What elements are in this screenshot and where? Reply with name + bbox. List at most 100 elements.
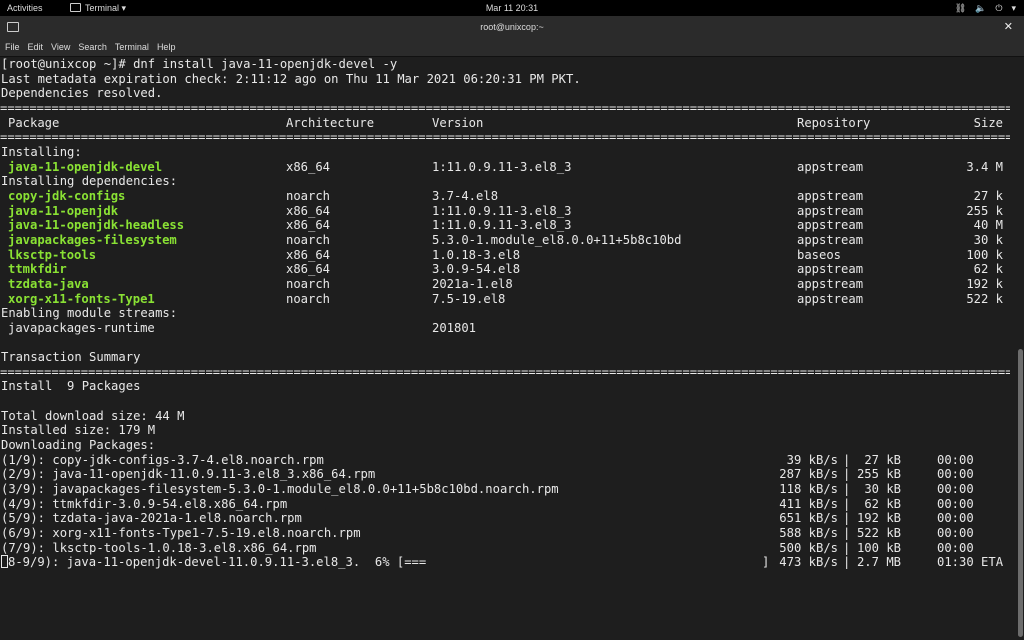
clock[interactable]: Mar 11 20:31	[0, 0, 1024, 16]
package-name: tzdata-java	[8, 276, 89, 291]
package-version: 5.3.0-1.module_el8.0.0+11+5b8c10bd	[432, 232, 682, 247]
separator: ========================================…	[0, 130, 1010, 145]
progress-row: 8-9/9): java-11-openjdk-devel-11.0.9.11-…	[0, 555, 1016, 570]
progress-size: 2.7 MB	[856, 555, 901, 570]
command-line: [root@unixcop ~]# dnf install java-11-op…	[1, 57, 398, 71]
system-menu[interactable]: ⛓ 🔈 ⏻ ▾	[946, 0, 1016, 16]
package-repo: appstream	[797, 218, 864, 233]
download-row: (2/9): java-11-openjdk-11.0.9.11-3.el8_3…	[0, 467, 1016, 482]
package-arch: x86_64	[286, 159, 331, 174]
package-version: 2021a-1.el8	[432, 276, 513, 291]
resolved-line: Dependencies resolved.	[1, 86, 163, 101]
package-version: 1.0.18-3.el8	[432, 247, 521, 262]
package-size: 255 k	[966, 203, 1003, 218]
modules-label: Enabling module streams:	[1, 306, 178, 321]
package-size: 27 k	[973, 188, 1003, 203]
download-row: (1/9): copy-jdk-configs-3.7-4.el8.noarch…	[0, 453, 1016, 468]
package-name: java-11-openjdk	[8, 203, 119, 218]
progress-time: 01:30 ETA	[937, 555, 1004, 570]
download-speed: 588 kB/s	[779, 526, 838, 540]
package-name: ttmkfdir	[8, 262, 67, 277]
top-bar: Activities Terminal ▾ Mar 11 20:31 ⛓ 🔈 ⏻ ▾	[0, 0, 1024, 16]
table-row: xorg-x11-fonts-Type1 noarch 7.5-19.el8 a…	[0, 292, 1016, 307]
table-row: java-11-openjdk x86_64 1:11.0.9.11-3.el8…	[0, 204, 1016, 219]
package-arch: x86_64	[286, 218, 331, 233]
cursor	[1, 555, 8, 569]
window-titlebar: root@unixcop:~ ✕	[0, 16, 1024, 38]
download-speed: 118 kB/s	[779, 482, 838, 497]
package-arch: noarch	[286, 291, 331, 306]
header-package: Package	[8, 115, 60, 130]
download-time: 00:00	[937, 467, 974, 482]
power-icon: ⏻	[995, 3, 1003, 13]
volume-icon: 🔈	[975, 3, 987, 13]
download-file: (4/9): ttmkfdir-3.0.9-54.el8.x86_64.rpm	[1, 496, 288, 511]
package-name: java-11-openjdk-devel	[8, 159, 163, 174]
separator: ========================================…	[0, 364, 1010, 379]
close-button[interactable]: ✕	[1004, 19, 1013, 35]
download-speed: 39 kB/s	[786, 452, 838, 467]
menu-help[interactable]: Help	[157, 38, 176, 56]
progress-line: 8-9/9): java-11-openjdk-devel-11.0.9.11-…	[1, 555, 426, 570]
download-file: (1/9): copy-jdk-configs-3.7-4.el8.noarch…	[1, 452, 324, 467]
menu-search[interactable]: Search	[78, 38, 107, 56]
module-version: 201801	[432, 320, 477, 335]
package-version: 7.5-19.el8	[432, 291, 506, 306]
download-size: 522 kB	[856, 526, 901, 540]
download-size: 62 kB	[864, 496, 901, 511]
package-name: java-11-openjdk-headless	[8, 218, 185, 233]
downloading-label: Downloading Packages:	[1, 438, 156, 453]
package-arch: noarch	[286, 232, 331, 247]
package-repo: appstream	[797, 291, 864, 306]
package-name: javapackages-filesystem	[8, 232, 177, 247]
progress-file: 8-9/9): java-11-openjdk-devel-11.0.9.11-…	[8, 555, 427, 570]
header-version: Version	[432, 115, 484, 130]
table-row: copy-jdk-configs noarch 3.7-4.el8 appstr…	[0, 189, 1016, 204]
module-name: javapackages-runtime	[8, 320, 155, 335]
download-size: 27 kB	[864, 452, 901, 467]
scrollbar-thumb[interactable]	[1018, 349, 1023, 637]
menu-edit[interactable]: Edit	[28, 38, 44, 56]
download-time: 00:00	[937, 452, 974, 467]
table-row: ttmkfdir x86_64 3.0.9-54.el8 appstream 6…	[0, 262, 1016, 277]
table-row: java-11-openjdk-devel x86_64 1:11.0.9.11…	[0, 160, 1016, 175]
package-size: 40 M	[973, 218, 1003, 233]
package-repo: appstream	[797, 203, 864, 218]
menu-view[interactable]: View	[51, 38, 70, 56]
package-size: 62 k	[973, 262, 1003, 277]
summary-label: Transaction Summary	[1, 350, 141, 365]
download-time: 00:00	[937, 482, 974, 497]
package-repo: baseos	[797, 247, 842, 262]
download-speed: 500 kB/s	[779, 540, 838, 555]
terminal-output[interactable]: [root@unixcop ~]# dnf install java-11-op…	[0, 57, 1016, 640]
download-file: (7/9): lksctp-tools-1.0.18-3.el8.x86_64.…	[1, 540, 317, 555]
menu-terminal[interactable]: Terminal	[115, 38, 149, 56]
download-size: 192 kB	[856, 511, 901, 526]
installed-size: Installed size: 179 M	[1, 423, 156, 438]
package-arch: noarch	[286, 188, 331, 203]
package-arch: x86_64	[286, 203, 331, 218]
package-size: 100 k	[966, 247, 1003, 262]
package-arch: x86_64	[286, 262, 331, 277]
download-size: 255 kB	[856, 467, 901, 482]
download-file: (2/9): java-11-openjdk-11.0.9.11-3.el8_3…	[1, 467, 376, 482]
package-name: lksctp-tools	[8, 247, 97, 262]
download-row: (3/9): javapackages-filesystem-5.3.0-1.m…	[0, 482, 1016, 497]
table-row: tzdata-java noarch 2021a-1.el8 appstream…	[0, 277, 1016, 292]
package-size: 192 k	[966, 276, 1003, 291]
package-arch: x86_64	[286, 247, 331, 262]
download-size: 30 kB	[864, 482, 901, 497]
download-row: (5/9): tzdata-java-2021a-1.el8.noarch.rp…	[0, 511, 1016, 526]
separator: ========================================…	[0, 100, 1010, 115]
menu-bar: File Edit View Search Terminal Help	[0, 38, 1024, 57]
scrollbar[interactable]	[1016, 57, 1024, 640]
download-file: (6/9): xorg-x11-fonts-Type1-7.5-19.el8.n…	[1, 526, 361, 540]
download-speed: 651 kB/s	[779, 511, 838, 526]
header-arch: Architecture	[286, 115, 375, 130]
package-arch: noarch	[286, 276, 331, 291]
menu-file[interactable]: File	[5, 38, 20, 56]
download-time: 00:00	[937, 526, 974, 540]
download-row: (6/9): xorg-x11-fonts-Type1-7.5-19.el8.n…	[0, 526, 1016, 541]
deps-label: Installing dependencies:	[1, 174, 178, 189]
network-icon: ⛓	[954, 3, 967, 13]
